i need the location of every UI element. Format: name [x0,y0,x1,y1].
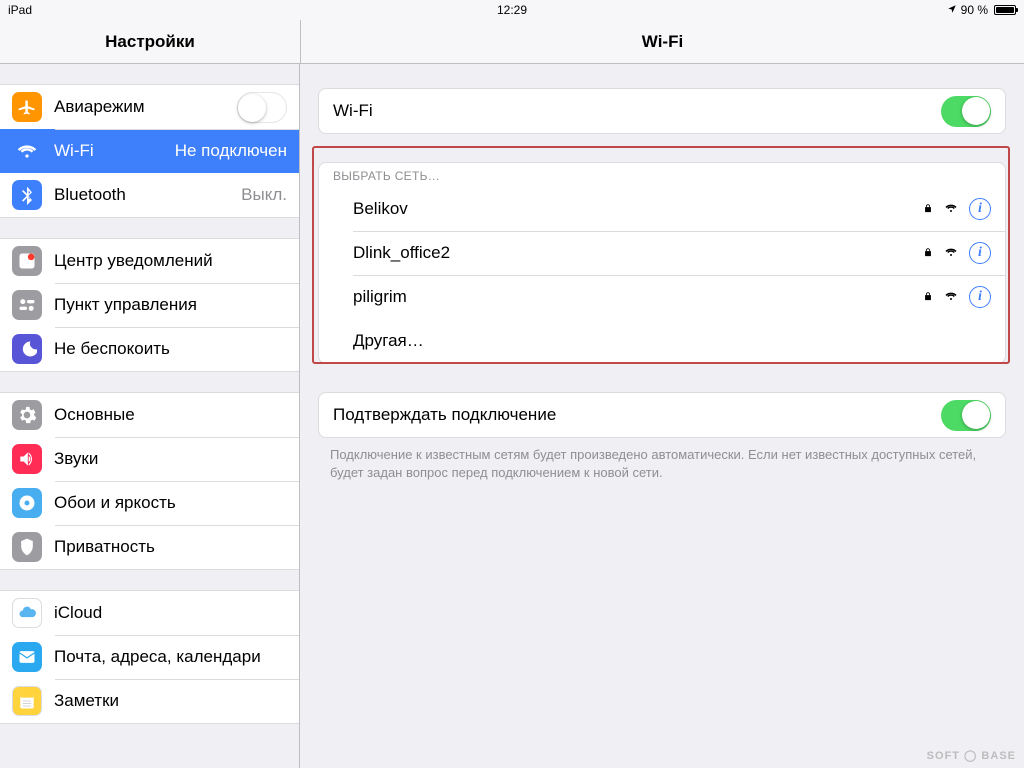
network-row[interactable]: Dlink_office2 i [319,231,1005,275]
wifi-toggle[interactable] [941,96,991,127]
ask-to-join-group: Подтверждать подключение [318,392,1006,438]
network-name: Belikov [353,199,923,219]
sidebar-item-icloud[interactable]: iCloud [0,591,299,635]
sidebar-item-wifi[interactable]: Wi-FiНе подключен [0,129,299,173]
sidebar-item-label: Пункт управления [54,295,287,315]
lock-icon [923,243,933,263]
sidebar-item-value: Выкл. [241,185,287,205]
mail-icon [12,642,42,672]
notif-icon [12,246,42,276]
notes-icon [12,686,42,716]
detail-title: Wi-Fi [300,20,1024,63]
sidebar-item-label: Авиарежим [54,97,237,117]
lock-icon [923,199,933,219]
sidebar-item-label: Приватность [54,537,287,557]
settings-sidebar: АвиарежимWi-FiНе подключенBluetoothВыкл.… [0,64,300,768]
sidebar-item-notif[interactable]: Центр уведомлений [0,239,299,283]
sidebar-item-label: Не беспокоить [54,339,287,359]
sidebar-item-label: Почта, адреса, календари [54,647,287,667]
control-icon [12,290,42,320]
wifi-switch-row[interactable]: Wi-Fi [319,89,1005,133]
ask-to-join-footnote: Подключение к известным сетям будет прои… [330,446,994,481]
sidebar-item-label: Wi-Fi [54,141,175,161]
network-name: Dlink_office2 [353,243,923,263]
navigation-bars: Настройки Wi-Fi [0,20,1024,64]
sidebar-item-label: iCloud [54,603,287,623]
icloud-icon [12,598,42,628]
wifi-signal-icon [943,287,959,307]
status-bar: iPad 12:29 90 % [0,0,1024,20]
airplane-icon [12,92,42,122]
sidebar-item-mail[interactable]: Почта, адреса, календари [0,635,299,679]
sidebar-item-label: Обои и яркость [54,493,287,513]
wifi-signal-icon [943,243,959,263]
wifi-master-group: Wi-Fi [318,88,1006,134]
watermark: SOFT ◯ BASE [927,749,1016,762]
sidebar-group-1: Центр уведомлений Пункт управления Не бесп… [0,238,299,372]
master-title: Настройки [0,20,300,63]
network-list-header: ВЫБРАТЬ СЕТЬ… [319,163,1005,187]
battery-icon [994,5,1016,15]
info-button[interactable]: i [969,242,991,264]
network-list-group: ВЫБРАТЬ СЕТЬ… BelikoviDlink_office2ipili… [318,162,1006,364]
lock-icon [923,287,933,307]
network-row[interactable]: Belikov i [319,187,1005,231]
ask-to-join-toggle[interactable] [941,400,991,431]
sidebar-item-airplane[interactable]: Авиарежим [0,85,299,129]
sidebar-item-label: Основные [54,405,287,425]
info-button[interactable]: i [969,286,991,308]
wall-icon [12,488,42,518]
sidebar-group-0: АвиарежимWi-FiНе подключенBluetoothВыкл. [0,84,299,218]
network-name: piligrim [353,287,923,307]
bluetooth-icon [12,180,42,210]
sidebar-item-wall[interactable]: Обои и яркость [0,481,299,525]
privacy-icon [12,532,42,562]
sidebar-item-label: Центр уведомлений [54,251,287,271]
sidebar-item-general[interactable]: Основные [0,393,299,437]
ask-to-join-row[interactable]: Подтверждать подключение [319,393,1005,437]
wifi-icon [12,136,42,166]
sidebar-item-label: Bluetooth [54,185,241,205]
wifi-switch-label: Wi-Fi [333,101,941,121]
other-network-row[interactable]: Другая… [319,319,1005,363]
sidebar-group-2: Основные Звуки Обои и яркость Приватность [0,392,299,570]
sidebar-item-dnd[interactable]: Не беспокоить [0,327,299,371]
airplane-toggle[interactable] [237,92,287,123]
dnd-icon [12,334,42,364]
sidebar-item-privacy[interactable]: Приватность [0,525,299,569]
wifi-detail-pane: Wi-Fi ВЫБРАТЬ СЕТЬ… BelikoviDlink_office… [300,64,1024,768]
wifi-signal-icon [943,199,959,219]
sidebar-item-bluetooth[interactable]: BluetoothВыкл. [0,173,299,217]
sounds-icon [12,444,42,474]
sidebar-item-value: Не подключен [175,141,287,161]
info-button[interactable]: i [969,198,991,220]
sidebar-item-notes[interactable]: Заметки [0,679,299,723]
sidebar-item-label: Звуки [54,449,287,469]
clock: 12:29 [0,3,1024,17]
sidebar-item-label: Заметки [54,691,287,711]
sidebar-item-control[interactable]: Пункт управления [0,283,299,327]
ask-to-join-label: Подтверждать подключение [333,405,941,425]
general-icon [12,400,42,430]
network-row[interactable]: piligrim i [319,275,1005,319]
sidebar-item-sounds[interactable]: Звуки [0,437,299,481]
sidebar-group-3: iCloud Почта, адреса, календари Заметки [0,590,299,724]
other-network-label: Другая… [353,331,991,351]
